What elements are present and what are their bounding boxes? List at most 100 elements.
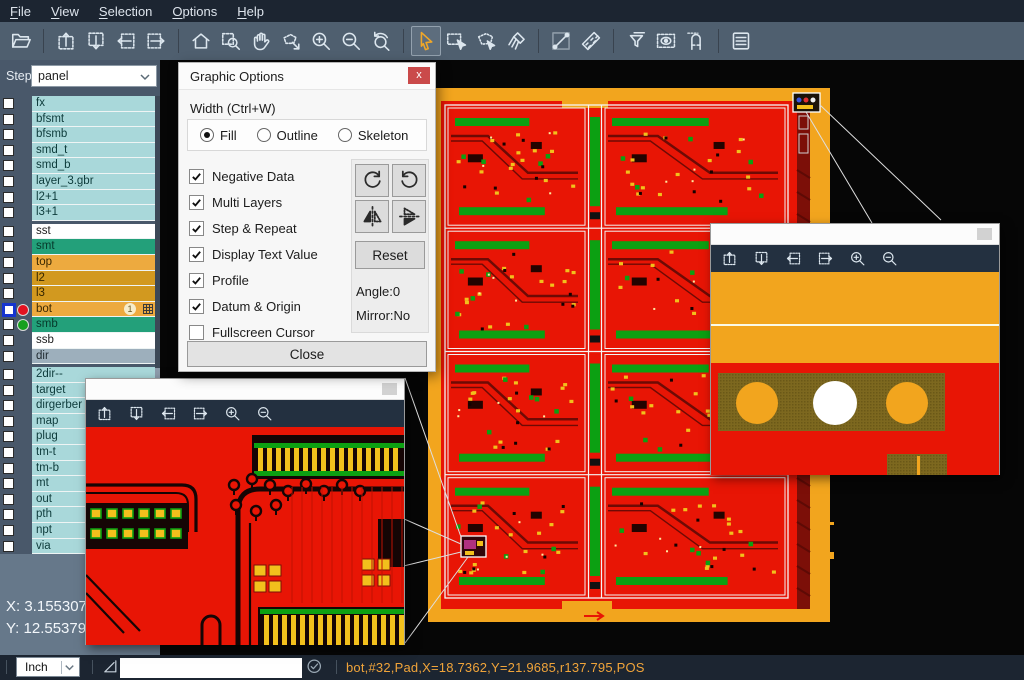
dialog-close-button[interactable]: x [408,67,430,84]
layer-visibility-checkbox[interactable] [3,114,14,125]
magnifier-tool-shift-right[interactable] [192,405,209,422]
layer-visibility-checkbox[interactable] [3,176,14,187]
layer-visibility-checkbox[interactable] [5,306,13,314]
tool-filter-funnel[interactable] [621,26,651,56]
layer-name[interactable]: bfsmb [32,127,158,143]
menu-options[interactable]: Options [162,2,227,21]
magnifier-2-titlebar[interactable] [711,224,999,245]
layer-name[interactable]: sst [32,224,158,240]
layer-name[interactable]: dir [32,349,158,365]
tool-zoom-in[interactable] [306,26,336,56]
layer-visibility-checkbox[interactable] [3,335,14,346]
rotate-ccw-button[interactable] [392,164,426,197]
layer-name[interactable]: fx [32,96,158,112]
dialog-titlebar[interactable]: Graphic Options x [179,63,435,90]
layer-visibility-checkbox[interactable] [3,207,14,218]
magnifier-2-view[interactable] [711,272,999,475]
magnifier-window-1[interactable] [85,378,405,645]
tool-shift-down[interactable] [81,26,111,56]
magnifier-1-titlebar[interactable] [86,379,404,400]
tool-shift-right[interactable] [141,26,171,56]
layer-visibility-checkbox[interactable] [3,226,14,237]
layer-visibility-checkbox[interactable] [3,192,14,203]
tool-ruler[interactable] [576,26,606,56]
menu-view[interactable]: View [41,2,89,21]
layer-visibility-checkbox[interactable] [3,541,14,552]
checkbox-negative-data[interactable]: Negative Data [189,163,349,189]
layer-name[interactable]: top [32,255,158,271]
layer-name[interactable]: l3 [32,286,158,302]
step-dropdown[interactable]: panel [31,65,157,87]
tool-home-view[interactable] [186,26,216,56]
menu-selection[interactable]: Selection [89,2,162,21]
tool-shift-up[interactable] [51,26,81,56]
layer-visibility-checkbox[interactable] [3,351,14,362]
layer-visibility-checkbox[interactable] [3,160,14,171]
history-check-icon[interactable] [306,658,324,680]
layer-name[interactable]: l2+1 [32,190,158,206]
layer-visibility-checkbox[interactable] [3,431,14,442]
checkbox-step-repeat[interactable]: Step & Repeat [189,215,349,241]
magnifier-tool-shift-down[interactable] [128,405,145,422]
menu-help[interactable]: Help [227,2,274,21]
layer-name[interactable]: smd_b [32,158,158,174]
layer-visibility-checkbox[interactable] [3,257,14,268]
tool-view-options[interactable] [651,26,681,56]
layer-grid-icon[interactable] [143,304,153,318]
layer-visibility-checkbox[interactable] [3,98,14,109]
magnifier-2-menu-button[interactable] [977,228,992,240]
magnifier-tool-zoom-out[interactable] [256,405,273,422]
tool-open-folder[interactable] [6,26,36,56]
command-input[interactable] [120,658,302,678]
tool-shift-left[interactable] [111,26,141,56]
layer-visibility-checkbox[interactable] [3,385,14,396]
flip-h-button[interactable] [355,200,389,233]
tool-layer-panel[interactable] [726,26,756,56]
checkbox-display-text-value[interactable]: Display Text Value [189,241,349,267]
reset-button[interactable]: Reset [355,241,425,269]
magnifier-1-menu-button[interactable] [382,383,397,395]
rotate-cw-button[interactable] [355,164,389,197]
tool-rect-select[interactable] [441,26,471,56]
layer-name[interactable]: bot1 [32,302,158,318]
layer-visibility-checkbox[interactable] [3,463,14,474]
layer-visibility-checkbox[interactable] [3,447,14,458]
layer-name[interactable]: bfsmt [32,112,158,128]
radio-skeleton[interactable]: Skeleton [338,128,409,143]
magnifier-tool-shift-up[interactable] [96,405,113,422]
flip-v-button[interactable] [392,200,426,233]
layer-visibility-checkbox[interactable] [3,241,14,252]
close-button[interactable]: Close [187,341,427,367]
layer-visibility-checkbox[interactable] [3,273,14,284]
layer-visibility-checkbox[interactable] [3,478,14,489]
tool-snap-magnet[interactable] [681,26,711,56]
tool-zoom-polygon[interactable] [276,26,306,56]
checkbox-datum-origin[interactable]: Datum & Origin [189,293,349,319]
magnifier-tool-shift-down[interactable] [753,250,770,267]
magnifier-tool-shift-right[interactable] [817,250,834,267]
magnifier-1-view[interactable] [86,427,404,645]
magnifier-tool-zoom-out[interactable] [881,250,898,267]
magnifier-tool-zoom-in[interactable] [849,250,866,267]
radio-outline[interactable]: Outline [257,128,318,143]
tool-measure-distance[interactable] [546,26,576,56]
unit-select[interactable]: Inch [16,657,80,677]
layer-name[interactable]: l2 [32,271,158,287]
checkbox-multi-layers[interactable]: Multi Layers [189,189,349,215]
layer-name[interactable]: smd_t [32,143,158,159]
magnifier-tool-zoom-in[interactable] [224,405,241,422]
tool-zoom-previous[interactable] [366,26,396,56]
layer-visibility-checkbox[interactable] [3,145,14,156]
menu-file[interactable]: File [0,2,41,21]
layer-name[interactable]: layer_3.gbr [32,174,158,190]
layer-visibility-checkbox[interactable] [3,400,14,411]
tool-pan-hand[interactable] [246,26,276,56]
tool-select-pointer[interactable] [411,26,441,56]
tool-zoom-out[interactable] [336,26,366,56]
tool-zoom-window[interactable] [216,26,246,56]
magnifier-window-2[interactable] [710,223,1000,475]
tool-clean-brush[interactable] [501,26,531,56]
radio-fill[interactable]: Fill [200,128,237,143]
layer-visibility-checkbox[interactable] [3,416,14,427]
layer-name[interactable]: ssb [32,333,158,349]
